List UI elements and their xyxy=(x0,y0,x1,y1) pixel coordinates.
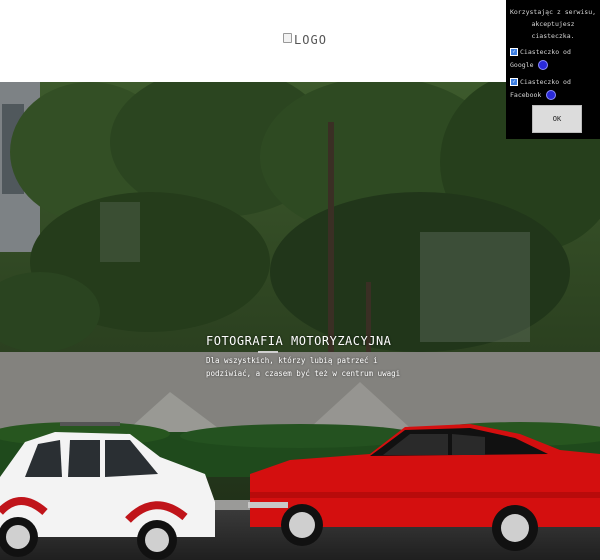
hero-subtitle-line-2: podziwiać, a czasem być też w centrum uw… xyxy=(206,369,401,378)
cookie-consent-banner: Korzystając z serwisu, akceptujesz ciast… xyxy=(506,0,600,139)
google-cookie-label-line-1: Ciasteczko od xyxy=(520,48,571,56)
cookie-message-line-1: Korzystając z serwisu, xyxy=(509,8,597,16)
google-cookie-label-line-2: Google xyxy=(510,61,534,69)
cookie-message-line-3: ciasteczka. xyxy=(531,32,575,40)
broken-image-icon xyxy=(283,33,293,43)
google-cookie-checkbox[interactable]: ✓ xyxy=(510,48,518,56)
cookie-option-facebook: ✓ Ciasteczko od Facebook xyxy=(506,76,600,102)
site-logo[interactable]: LOGO xyxy=(283,33,327,47)
facebook-cookie-checkbox[interactable]: ✓ xyxy=(510,78,518,86)
facebook-cookie-label-line-2: Facebook xyxy=(510,91,542,99)
cookie-message-line-2: akceptujesz xyxy=(531,20,575,28)
hero-title: FOTOGRAFIA MOTORYZACYJNA xyxy=(206,334,392,348)
cookie-ok-button[interactable]: OK xyxy=(532,105,582,133)
google-cookie-info-icon[interactable] xyxy=(538,60,549,70)
cookie-message: Korzystając z serwisu, akceptujesz ciast… xyxy=(506,0,600,42)
hero-banner: FOTOGRAFIA MOTORYZACYJNA Dla wszystkich,… xyxy=(0,82,600,560)
hero-subtitle: Dla wszystkich, którzy lubią patrzeć i p… xyxy=(206,354,446,380)
hero-background-photo xyxy=(0,82,600,560)
hero-text-block: FOTOGRAFIA MOTORYZACYJNA Dla wszystkich,… xyxy=(206,334,446,380)
facebook-cookie-label-line-1: Ciasteczko od xyxy=(520,78,571,86)
hero-subtitle-line-1: Dla wszystkich, którzy lubią patrzeć i xyxy=(206,356,378,365)
logo-alt-text: LOGO xyxy=(294,33,327,47)
cookie-option-google: ✓ Ciasteczko od Google xyxy=(506,46,600,72)
title-underline xyxy=(258,351,278,353)
facebook-cookie-info-icon[interactable] xyxy=(546,90,557,100)
